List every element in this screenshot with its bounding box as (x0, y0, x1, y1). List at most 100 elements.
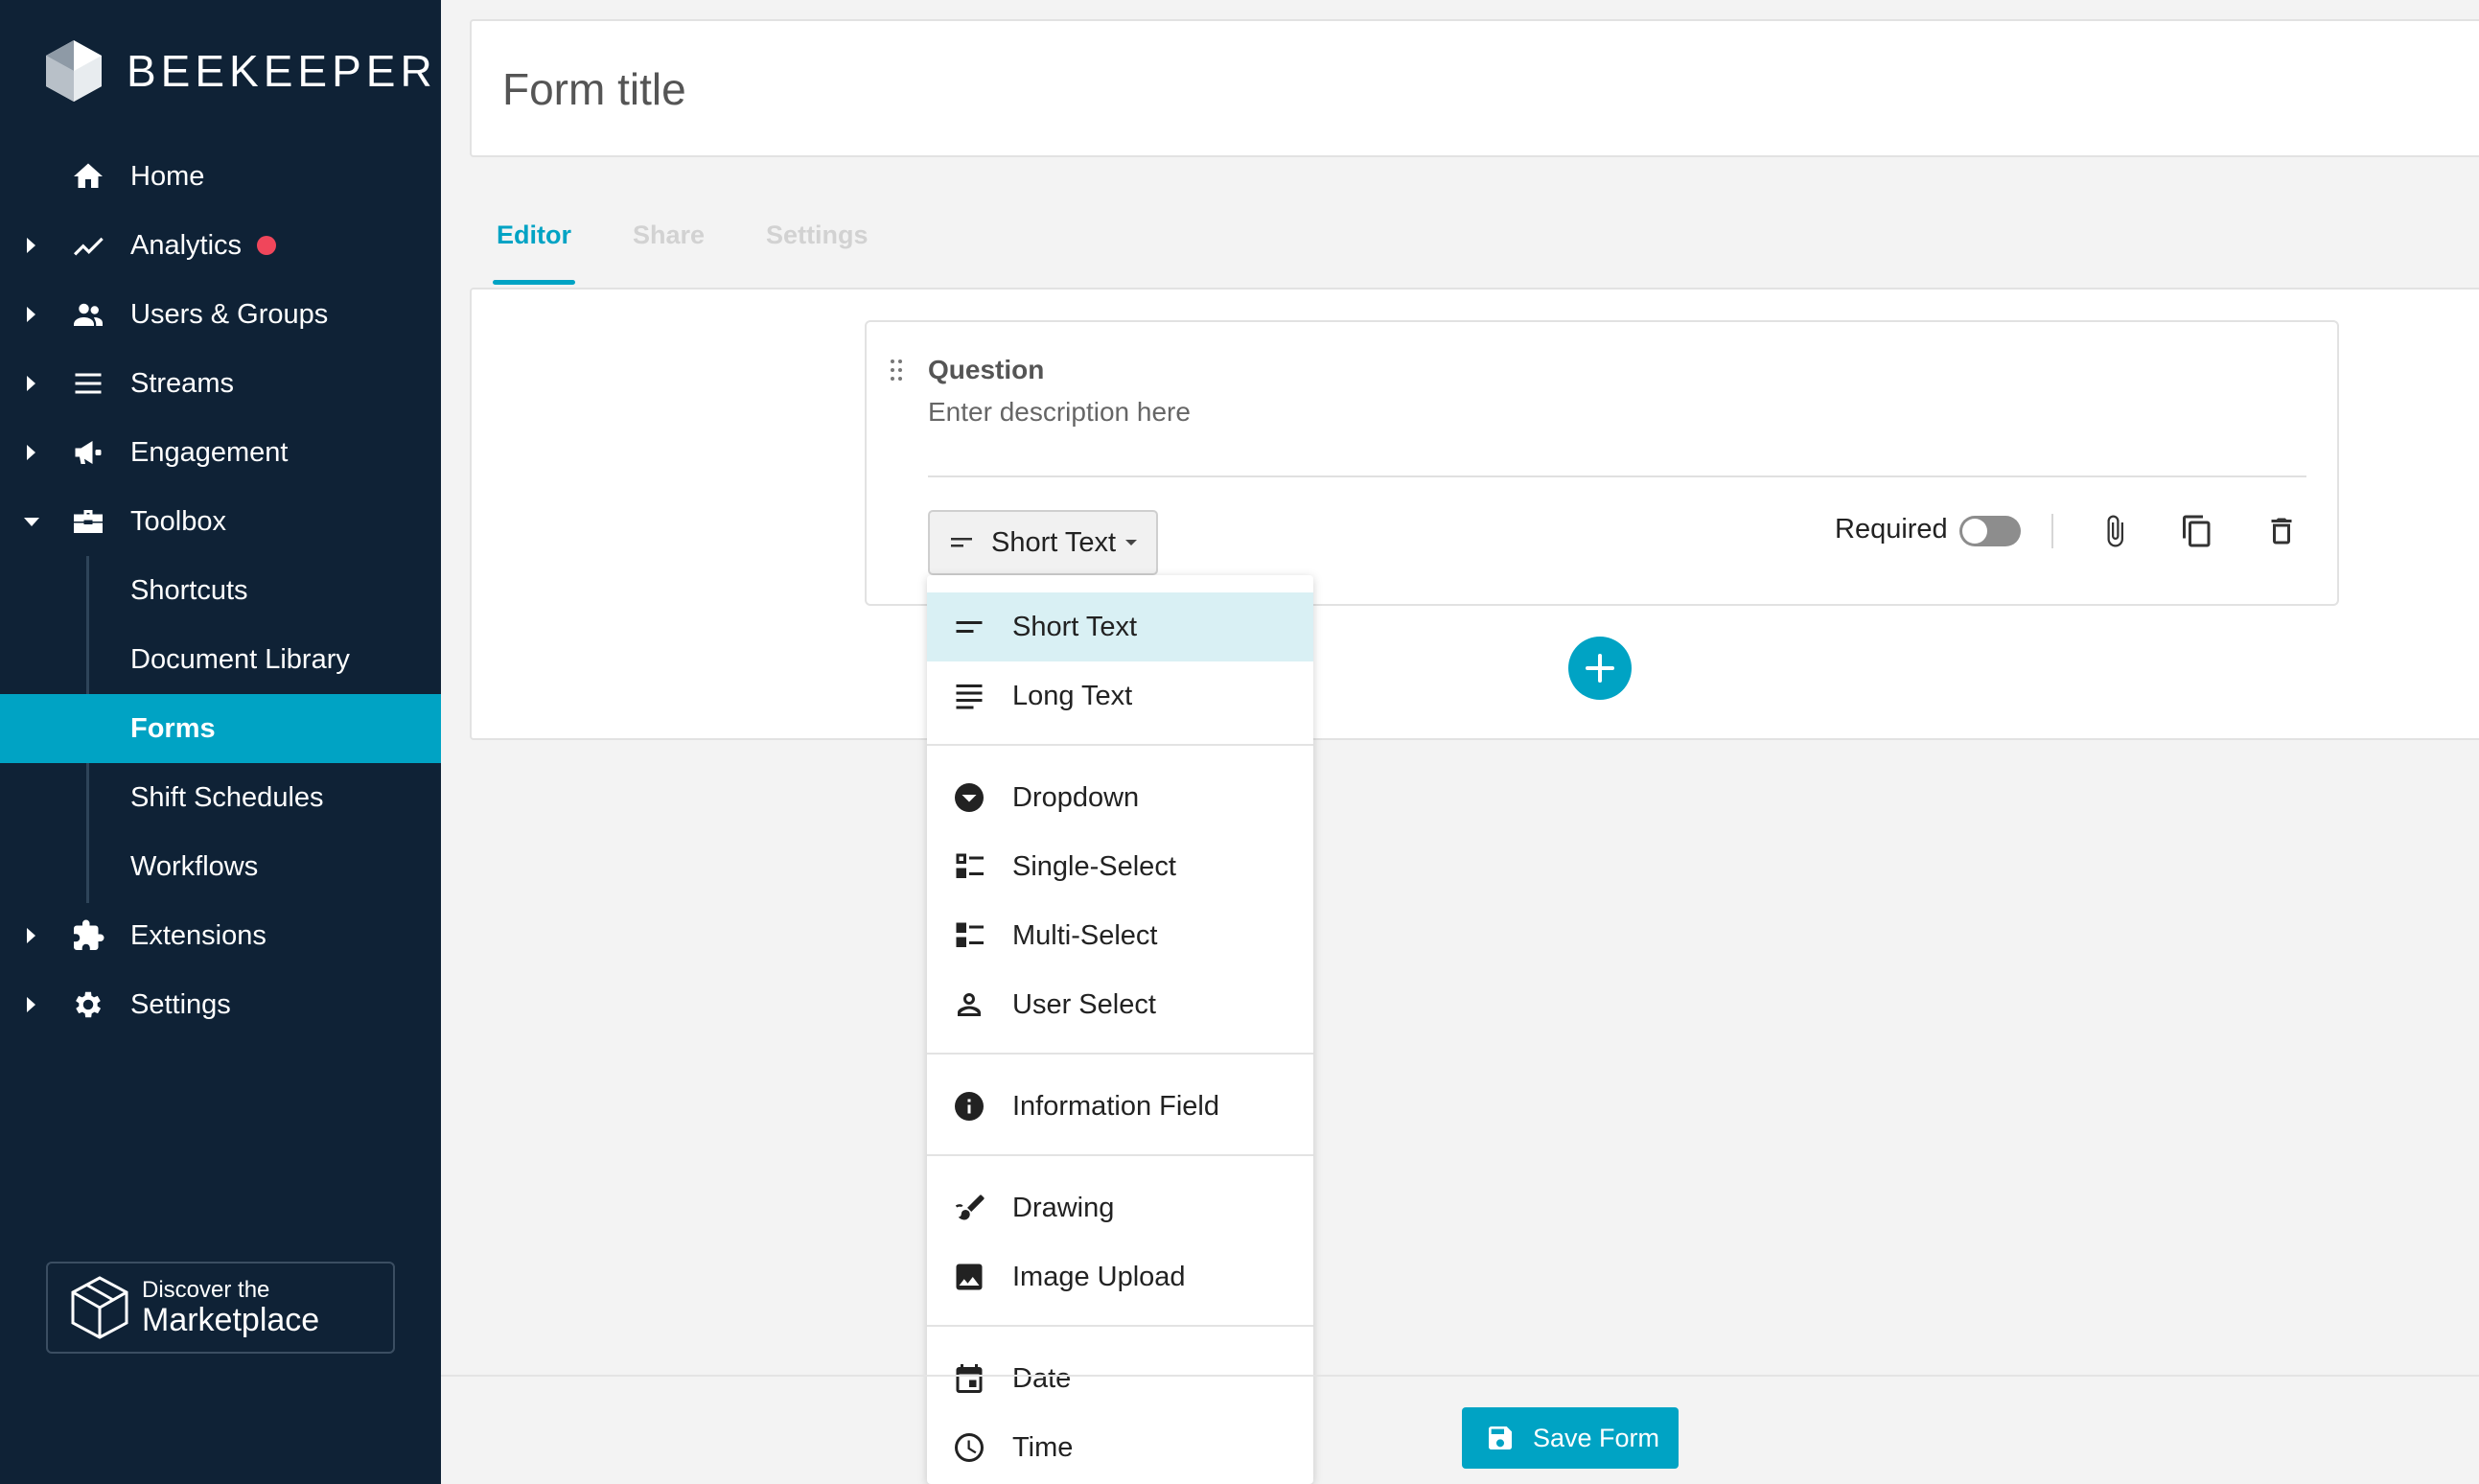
drawing-icon (950, 1189, 988, 1227)
marketplace-text: Discover the Marketplace (142, 1277, 320, 1338)
sidebar-item-analytics[interactable]: Analytics (0, 211, 441, 280)
menu-item-label: Time (1012, 1431, 1074, 1463)
sidebar-item-label: Toolbox (130, 505, 226, 537)
menu-item-information-field[interactable]: Information Field (927, 1072, 1313, 1141)
brand[interactable]: BEEKEEPER (44, 38, 437, 104)
dropdown-icon (950, 778, 988, 817)
puzzle-icon (69, 916, 107, 955)
sidebar-item-label: Shift Schedules (130, 781, 324, 813)
tab-settings[interactable]: Settings (766, 220, 869, 250)
analytics-icon (69, 226, 107, 265)
paperclip-icon[interactable] (2094, 510, 2136, 552)
menu-item-label: Single-Select (1012, 850, 1176, 882)
sidebar-item-streams[interactable]: Streams (0, 349, 441, 418)
long-text-icon (950, 677, 988, 715)
question-label[interactable]: Question (928, 355, 1044, 385)
sidebar-item-label: Streams (130, 367, 234, 399)
sidebar-item-label: Forms (130, 712, 216, 744)
required-label: Required (1835, 514, 1948, 545)
menu-item-label: Drawing (1012, 1192, 1115, 1223)
chevron-right-icon (27, 997, 35, 1012)
question-type-label: Short Text (991, 526, 1117, 558)
sidebar-item-label: Shortcuts (130, 574, 248, 606)
duplicate-icon[interactable] (2176, 510, 2218, 552)
menu-item-label: Dropdown (1012, 781, 1140, 813)
question-card[interactable]: Question Enter description here Short Te… (865, 320, 2339, 606)
sidebar-item-label: Engagement (130, 436, 289, 468)
sidebar-subitem-document-library[interactable]: Document Library (0, 625, 441, 694)
info-icon (950, 1087, 988, 1125)
short-text-icon (951, 538, 972, 547)
user-icon (950, 985, 988, 1024)
chevron-right-icon (27, 928, 35, 943)
form-tabs: Editor Share Settings (493, 220, 930, 285)
footer-divider (441, 1375, 2479, 1377)
chevron-down-icon (24, 517, 39, 526)
image-icon (950, 1258, 988, 1296)
menu-item-dropdown[interactable]: Dropdown (927, 763, 1313, 832)
menu-item-drawing[interactable]: Drawing (927, 1173, 1313, 1242)
menu-item-label: Information Field (1012, 1090, 1219, 1122)
menu-item-short-text[interactable]: Short Text (927, 592, 1313, 661)
menu-item-multi-select[interactable]: Multi-Select (927, 901, 1313, 970)
menu-item-date[interactable]: Date (927, 1344, 1313, 1413)
question-type-select[interactable]: Short Text (928, 510, 1158, 575)
drag-handle-icon[interactable] (890, 359, 903, 382)
menu-item-label: Multi-Select (1012, 919, 1158, 951)
sidebar-subitem-forms[interactable]: Forms (0, 694, 441, 763)
menu-divider (927, 744, 1313, 746)
sidebar-item-label: Analytics (130, 229, 243, 261)
menu-item-label: User Select (1012, 988, 1156, 1020)
sidebar-item-label: Settings (130, 988, 231, 1020)
menu-divider (927, 1325, 1313, 1327)
sidebar-subitem-shortcuts[interactable]: Shortcuts (0, 556, 441, 625)
sidebar-item-toolbox[interactable]: Toolbox (0, 487, 441, 556)
menu-item-user-select[interactable]: User Select (927, 970, 1313, 1039)
marketplace-big-label: Marketplace (142, 1302, 320, 1338)
divider (2051, 514, 2053, 548)
chevron-right-icon (27, 376, 35, 391)
sidebar-item-label: Extensions (130, 919, 266, 951)
chevron-right-icon (27, 445, 35, 460)
sidebar-item-users-groups[interactable]: Users & Groups (0, 280, 441, 349)
save-form-button[interactable]: Save Form (1462, 1407, 1679, 1469)
menu-divider (927, 1053, 1313, 1055)
alert-dot (257, 236, 276, 255)
menu-item-image-upload[interactable]: Image Upload (927, 1242, 1313, 1311)
add-question-button[interactable] (1568, 637, 1632, 700)
tab-share[interactable]: Share (633, 220, 705, 250)
trash-icon[interactable] (2260, 510, 2303, 552)
brand-name: BEEKEEPER (127, 46, 437, 96)
menu-item-long-text[interactable]: Long Text (927, 661, 1313, 730)
divider (928, 475, 2306, 477)
menu-item-label: Date (1012, 1362, 1072, 1394)
form-title-card[interactable]: Form title (470, 19, 2479, 157)
question-description-input[interactable]: Enter description here (928, 397, 1191, 428)
sidebar-item-home[interactable]: Home (0, 142, 441, 211)
save-form-label: Save Form (1533, 1423, 1660, 1452)
form-title-input[interactable]: Form title (502, 63, 686, 115)
floppy-disk-icon (1489, 1426, 1512, 1449)
menu-item-time[interactable]: Time (927, 1413, 1313, 1482)
sidebar-item-label: Home (130, 160, 205, 192)
menu-item-single-select[interactable]: Single-Select (927, 832, 1313, 901)
toolbox-icon (69, 502, 107, 541)
tab-editor[interactable]: Editor (493, 220, 575, 285)
sidebar-item-label: Workflows (130, 850, 259, 882)
marketplace-button[interactable]: Discover the Marketplace (46, 1262, 395, 1354)
megaphone-icon (69, 433, 107, 472)
menu-item-label: Image Upload (1012, 1261, 1186, 1292)
sidebar-item-settings[interactable]: Settings (0, 970, 441, 1039)
sidebar-item-label: Users & Groups (130, 298, 329, 330)
required-toggle[interactable] (1959, 516, 2021, 546)
sidebar: BEEKEEPER Home Analytics Users & Groups … (0, 0, 441, 1484)
marketplace-small-label: Discover the (142, 1277, 270, 1303)
sidebar-subitem-workflows[interactable]: Workflows (0, 832, 441, 901)
marketplace-cube-icon (71, 1276, 128, 1339)
sidebar-item-extensions[interactable]: Extensions (0, 901, 441, 970)
menu-divider (927, 1154, 1313, 1156)
menu-item-label: Long Text (1012, 680, 1133, 711)
sidebar-subitem-shift-schedules[interactable]: Shift Schedules (0, 763, 441, 832)
gear-icon (69, 985, 107, 1024)
sidebar-item-engagement[interactable]: Engagement (0, 418, 441, 487)
